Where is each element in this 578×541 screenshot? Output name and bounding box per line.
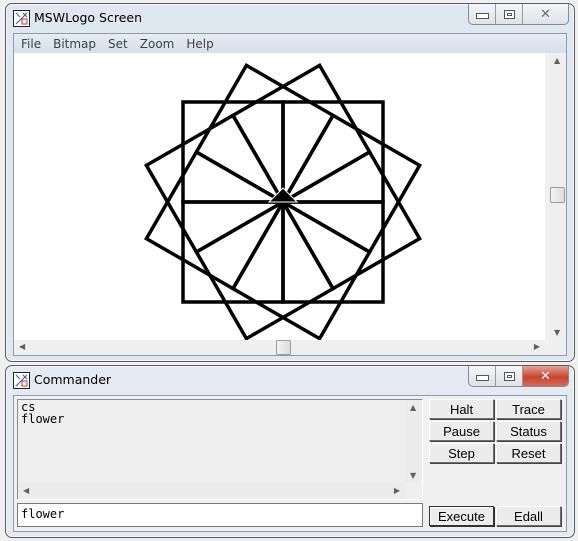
mswlogo-screen-window: MSWLogo Screen ✕ File Bitmap Set Zoom He… xyxy=(5,3,575,362)
logo-app-icon xyxy=(13,10,30,27)
maximize-button[interactable] xyxy=(496,366,523,386)
menu-set[interactable]: Set xyxy=(102,37,134,51)
minimize-button[interactable] xyxy=(469,4,496,24)
window-title: MSWLogo Screen xyxy=(34,10,143,25)
history-text: cs flower xyxy=(21,401,64,425)
menu-zoom[interactable]: Zoom xyxy=(134,37,181,51)
close-icon: ✕ xyxy=(540,368,551,384)
trace-button[interactable]: Trace xyxy=(496,399,561,419)
flower-square xyxy=(194,199,336,341)
status-button[interactable]: Status xyxy=(496,421,561,441)
turtle-drawing xyxy=(144,63,422,341)
scroll-right-icon[interactable]: ▶ xyxy=(394,486,400,495)
minimize-icon xyxy=(475,13,489,19)
scroll-right-icon[interactable]: ▶ xyxy=(534,342,540,351)
command-history[interactable]: cs flower ▲ ▼ ◀ ▶ xyxy=(17,399,423,500)
commander-client-area: csflower ▲ ▼ ◀ ▶ Halt Trace Pause Status… xyxy=(13,395,567,532)
flower-square xyxy=(280,113,422,255)
scroll-up-icon[interactable]: ▲ xyxy=(554,56,560,65)
scroll-left-icon[interactable]: ◀ xyxy=(23,486,29,495)
logo-app-icon xyxy=(13,372,30,389)
history-horizontal-scrollbar[interactable]: ◀ ▶ xyxy=(18,483,405,499)
close-button[interactable]: ✕ xyxy=(523,366,568,386)
menu-file[interactable]: File xyxy=(15,37,47,51)
scroll-left-icon[interactable]: ◀ xyxy=(19,342,25,351)
commander-title-bar[interactable]: Commander ✕ xyxy=(6,366,574,394)
horizontal-scroll-thumb[interactable] xyxy=(276,340,291,355)
execute-button[interactable]: Execute xyxy=(429,506,494,526)
commander-window: Commander ✕ csflower ▲ ▼ ◀ ▶ Halt Trace … xyxy=(5,365,575,538)
halt-button[interactable]: Halt xyxy=(429,399,494,419)
maximize-icon xyxy=(503,9,515,19)
flower-square xyxy=(230,63,372,205)
commander-caption-buttons: ✕ xyxy=(468,366,569,387)
flower-square xyxy=(194,63,336,205)
title-bar[interactable]: MSWLogo Screen ✕ xyxy=(6,4,574,32)
horizontal-scrollbar[interactable]: ◀ ▶ xyxy=(14,340,545,355)
flower-square xyxy=(144,149,286,291)
close-button[interactable]: ✕ xyxy=(523,4,568,24)
flower-square xyxy=(230,199,372,341)
edall-button[interactable]: Edall xyxy=(496,506,561,526)
commander-title: Commander xyxy=(34,372,112,387)
menu-bitmap[interactable]: Bitmap xyxy=(47,37,102,51)
scroll-up-icon[interactable]: ▲ xyxy=(410,403,416,412)
reset-button[interactable]: Reset xyxy=(496,443,561,463)
menu-help[interactable]: Help xyxy=(180,37,219,51)
history-vertical-scrollbar[interactable]: ▲ ▼ xyxy=(405,400,422,483)
maximize-button[interactable] xyxy=(496,4,523,24)
screen-client-area: File Bitmap Set Zoom Help ▲ ▼ ◀ ▶ xyxy=(13,33,567,356)
vertical-scrollbar[interactable]: ▲ ▼ xyxy=(549,53,566,340)
caption-buttons: ✕ xyxy=(468,4,569,25)
resize-grip[interactable] xyxy=(549,340,566,355)
pause-button[interactable]: Pause xyxy=(429,421,494,441)
scroll-down-icon[interactable]: ▼ xyxy=(554,328,560,337)
maximize-icon xyxy=(503,371,515,381)
command-input[interactable] xyxy=(21,507,411,521)
command-input-box[interactable] xyxy=(17,503,423,527)
step-button[interactable]: Step xyxy=(429,443,494,463)
menu-bar: File Bitmap Set Zoom Help xyxy=(14,34,566,53)
flower-square xyxy=(144,113,286,255)
close-icon: ✕ xyxy=(540,6,551,22)
scroll-down-icon[interactable]: ▼ xyxy=(410,471,416,480)
flower-square xyxy=(280,149,422,291)
minimize-icon xyxy=(475,375,489,381)
minimize-button[interactable] xyxy=(469,366,496,386)
history-line: flower xyxy=(21,412,65,426)
drawing-canvas[interactable] xyxy=(14,53,545,341)
vertical-scroll-thumb[interactable] xyxy=(550,187,565,203)
